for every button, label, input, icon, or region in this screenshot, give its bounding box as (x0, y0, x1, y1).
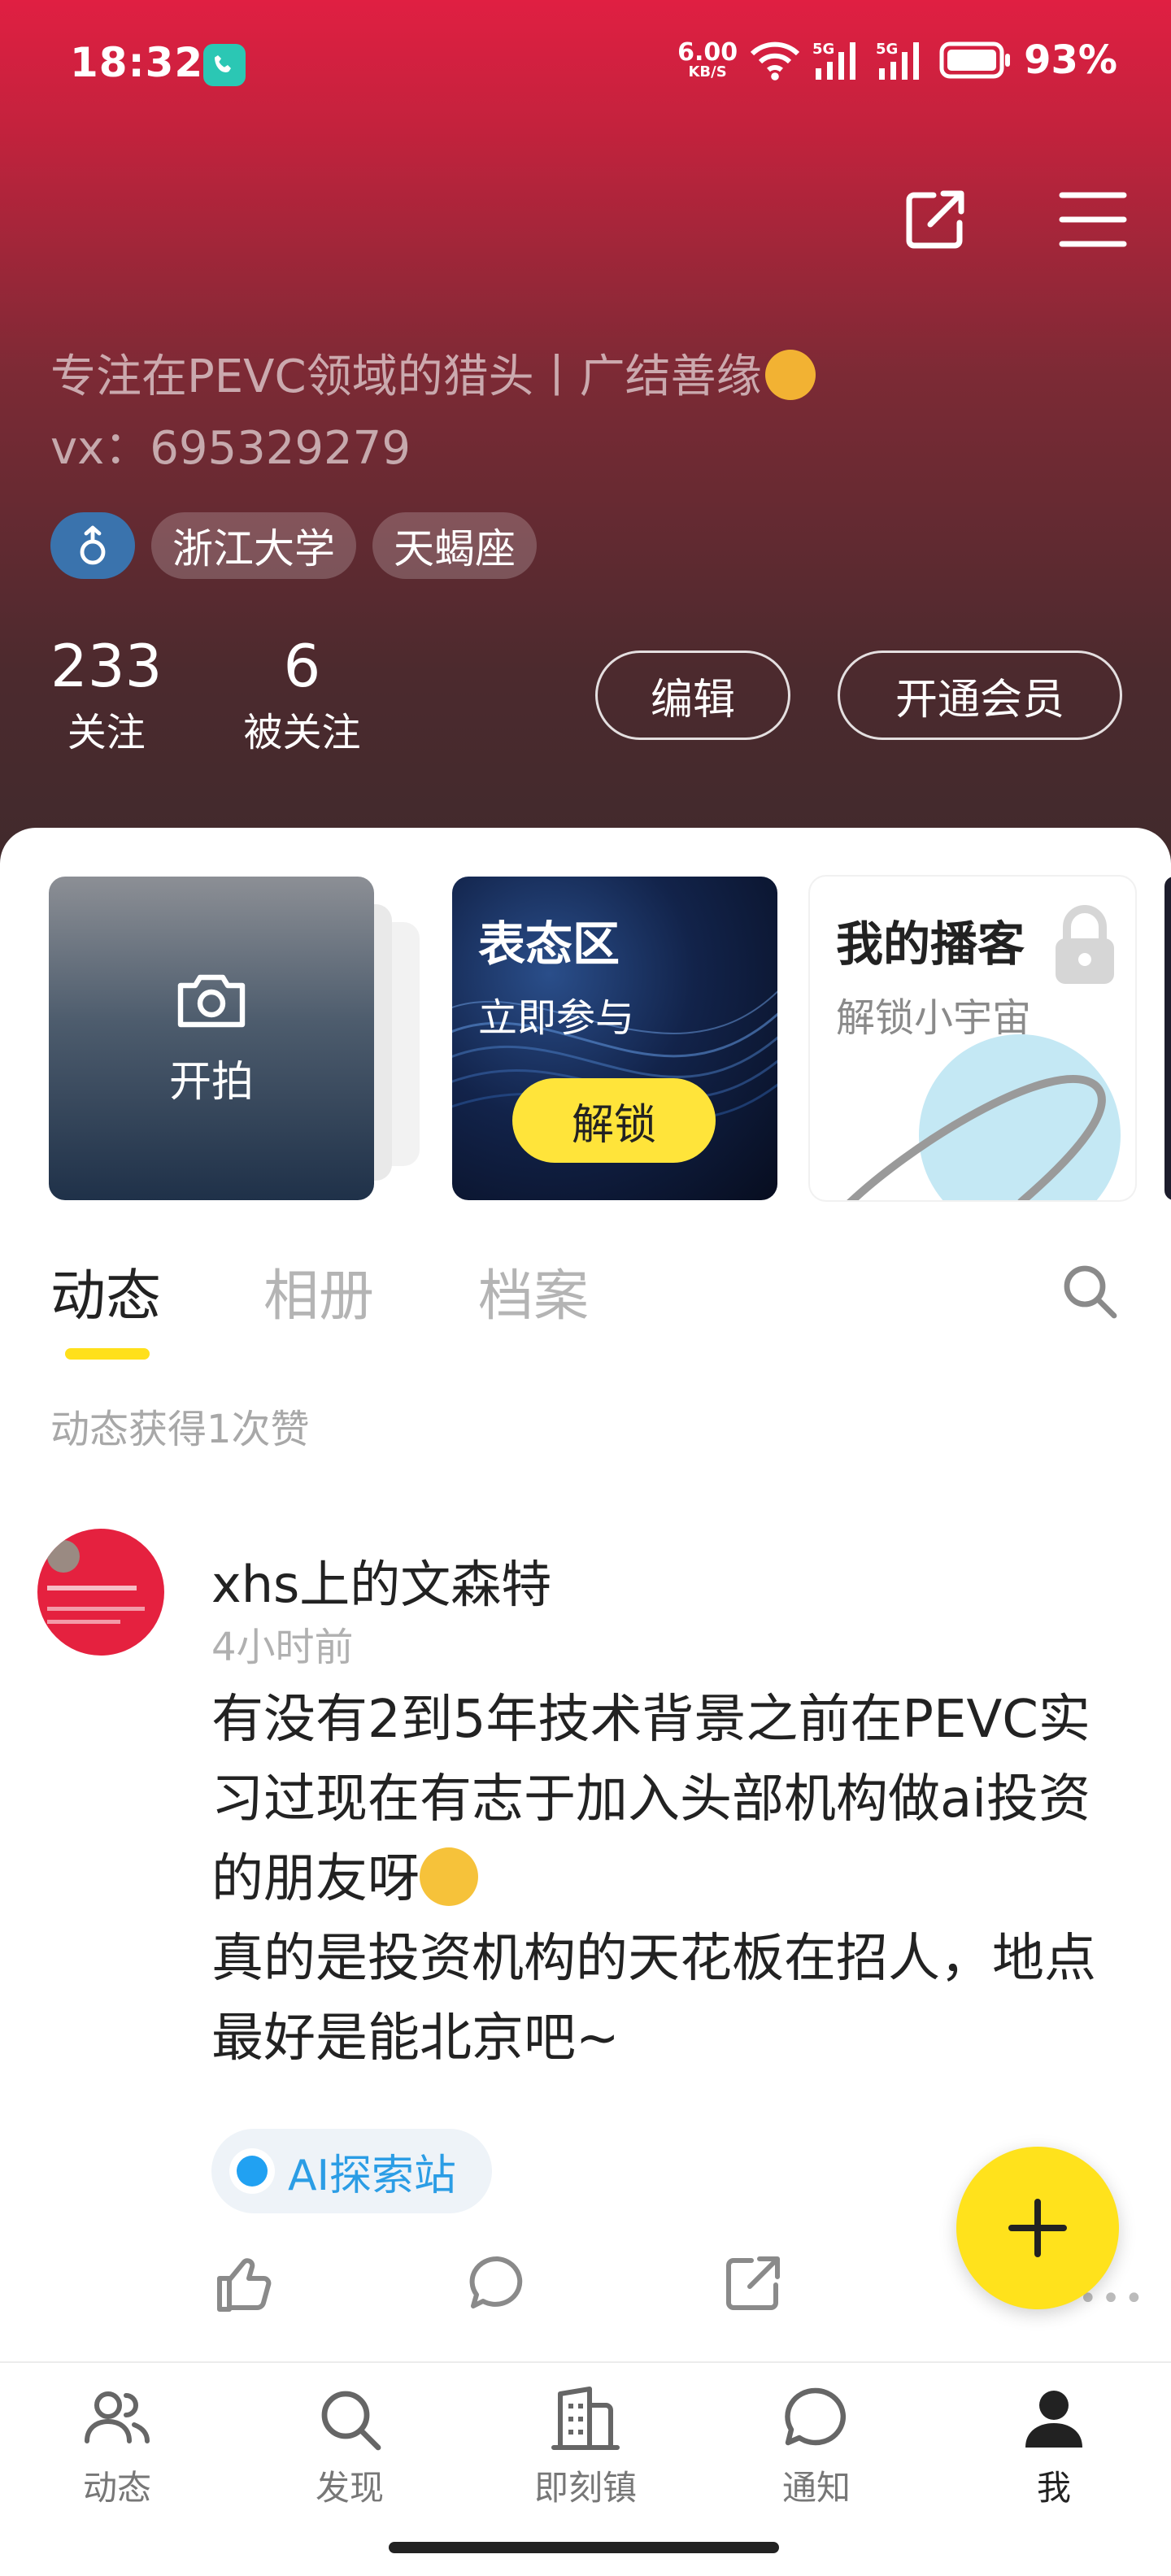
bio-text-1: 专注在PEVC领域的猎头丨广结善缘 (50, 350, 762, 403)
following-label: 关注 (67, 710, 146, 756)
next-card-peek (1164, 877, 1171, 1200)
vote-zone-card[interactable]: 表态区 立即参与 解锁 (452, 877, 777, 1200)
following-stat[interactable]: 233 关注 (50, 632, 163, 757)
hamburger-menu-icon (1059, 192, 1127, 247)
avatar-photo (47, 1540, 80, 1573)
followers-stat[interactable]: 6 被关注 (243, 632, 361, 757)
profile-tabs: 动态 相册 档案 (0, 1234, 1171, 1360)
profile-stats: 233 关注 6 被关注 (50, 632, 361, 757)
bio-line-2: vx：695329279 (50, 422, 411, 475)
share-icon (726, 2256, 780, 2310)
topic-circle-icon (229, 2148, 275, 2194)
nav-town-label: 即刻镇 (533, 2468, 637, 2508)
svg-text:5G: 5G (812, 41, 834, 58)
vote-card-title: 表态区 (478, 916, 620, 972)
tab-archive[interactable]: 档案 (478, 1251, 589, 1331)
svg-text:5G: 5G (876, 41, 898, 58)
post-body-part-2: 真的是投资机构的天花板在招人，地点最好是能北京吧~ (211, 1929, 1096, 2069)
profile-header: 18:32 6.00 KB/S 5G 5G 93% 专注在PEVC领域的猎头丨广… (0, 0, 1171, 894)
network-speed: 6.00 KB/S (677, 41, 738, 80)
share-icon (906, 190, 964, 249)
followers-count: 6 (283, 632, 321, 700)
user-icon (1025, 2391, 1082, 2448)
nav-notifications-label: 通知 (781, 2468, 851, 2508)
smiling-emoji-icon (764, 349, 816, 400)
battery-percent: 93% (1024, 37, 1117, 83)
plus-icon (1008, 2199, 1067, 2257)
menu-button[interactable] (1057, 185, 1129, 254)
topic-chip[interactable]: AI探索站 (211, 2129, 492, 2213)
active-tab-indicator (65, 1348, 150, 1360)
likes-summary: 动态获得1次赞 (50, 1407, 310, 1452)
post-author[interactable]: xhs上的文森特 (211, 1543, 551, 1617)
gender-tag (50, 512, 135, 579)
bio-line-1: 专注在PEVC领域的猎头丨广结善缘 (50, 342, 816, 413)
status-time: 18:32 (70, 39, 204, 86)
feature-cards: 开拍 表态区 立即参与 解锁 我的播客 解锁小宇宙 (0, 877, 1171, 1202)
tab-posts[interactable]: 动态 (50, 1251, 161, 1331)
net-speed-unit: KB/S (688, 63, 727, 80)
shoot-card[interactable]: 开拍 (49, 877, 374, 1200)
search-icon (1064, 1265, 1117, 1319)
open-membership-button[interactable]: 开通会员 (838, 651, 1122, 740)
signal-5g-icon: 5G (812, 41, 856, 80)
nav-discover-label: 发现 (315, 2468, 384, 2508)
create-post-button[interactable] (956, 2147, 1119, 2309)
profile-bio: 专注在PEVC领域的猎头丨广结善缘 vx：695329279 (50, 342, 816, 485)
chat-bubble-icon (785, 2387, 846, 2446)
nav-me[interactable]: 我 (973, 2382, 1135, 2510)
followers-label: 被关注 (243, 710, 361, 756)
following-count: 233 (50, 632, 163, 700)
camera-icon (177, 974, 246, 1027)
status-indicators: 6.00 KB/S 5G 5G 93% (677, 37, 1117, 83)
like-button[interactable] (211, 2251, 276, 2316)
net-speed-value: 6.00 (677, 38, 738, 67)
comment-icon (469, 2256, 523, 2308)
post-body-part-1: 有没有2到5年技术背景之前在PEVC实习过现在有志于加入头部机构做ai投资的朋友… (211, 1690, 1090, 1909)
avatar[interactable] (37, 1529, 164, 1656)
phone-app-icon (203, 44, 246, 86)
search-icon (321, 2391, 381, 2451)
tab-album[interactable]: 相册 (263, 1251, 374, 1331)
planet-icon (847, 1034, 1121, 1200)
comment-button[interactable] (465, 2251, 530, 2316)
nav-town[interactable]: 即刻镇 (504, 2382, 667, 2510)
topic-label: AI探索站 (288, 2151, 456, 2200)
avatar-detail (47, 1586, 137, 1590)
nav-me-label: 我 (1036, 2468, 1071, 2508)
share-post-button[interactable] (720, 2251, 786, 2316)
thumbs-up-icon (217, 2258, 272, 2312)
shoot-card-label: 开拍 (168, 1057, 254, 1107)
post-time: 4小时前 (211, 1625, 354, 1670)
wifi-icon (751, 41, 800, 80)
male-gender-icon (80, 525, 106, 565)
content-sheet: 开拍 表态区 立即参与 解锁 我的播客 解锁小宇宙 动态 相册 档案 动态获得1… (0, 828, 1171, 2576)
users-icon (85, 2391, 150, 2443)
vote-card-subtitle: 立即参与 (478, 995, 635, 1041)
nav-posts[interactable]: 动态 (36, 2382, 198, 2510)
post-body: 有没有2到5年技术背景之前在PEVC实习过现在有志于加入头部机构做ai投资的朋友… (211, 1680, 1122, 2078)
signal-5g-icon-2: 5G (876, 41, 920, 80)
profile-tags: 浙江大学 天蝎座 (50, 512, 537, 579)
nav-discover[interactable]: 发现 (268, 2382, 431, 2510)
nav-posts-label: 动态 (82, 2468, 151, 2508)
share-profile-button[interactable] (901, 185, 969, 254)
avatar-detail (47, 1620, 120, 1624)
building-icon (551, 2387, 620, 2450)
flushed-emoji-icon (420, 1847, 478, 1907)
home-indicator[interactable] (389, 2542, 779, 2553)
status-bar: 18:32 6.00 KB/S 5G 5G 93% (0, 0, 1171, 130)
tag-zodiac[interactable]: 天蝎座 (372, 512, 537, 579)
podcast-card[interactable]: 我的播客 解锁小宇宙 (810, 877, 1135, 1200)
edit-profile-button[interactable]: 编辑 (595, 651, 790, 740)
avatar-detail (47, 1607, 145, 1611)
unlock-button[interactable]: 解锁 (512, 1078, 716, 1163)
battery-icon (939, 41, 1011, 79)
bottom-navigation: 动态 发现 即刻镇 通知 我 (0, 2361, 1171, 2576)
nav-notifications[interactable]: 通知 (735, 2382, 898, 2510)
search-button[interactable] (1057, 1259, 1122, 1324)
profile-page: 18:32 6.00 KB/S 5G 5G 93% 专注在PEVC领域的猎头丨广… (0, 0, 1171, 2576)
lock-icon (1056, 905, 1114, 984)
tag-school[interactable]: 浙江大学 (151, 512, 356, 579)
